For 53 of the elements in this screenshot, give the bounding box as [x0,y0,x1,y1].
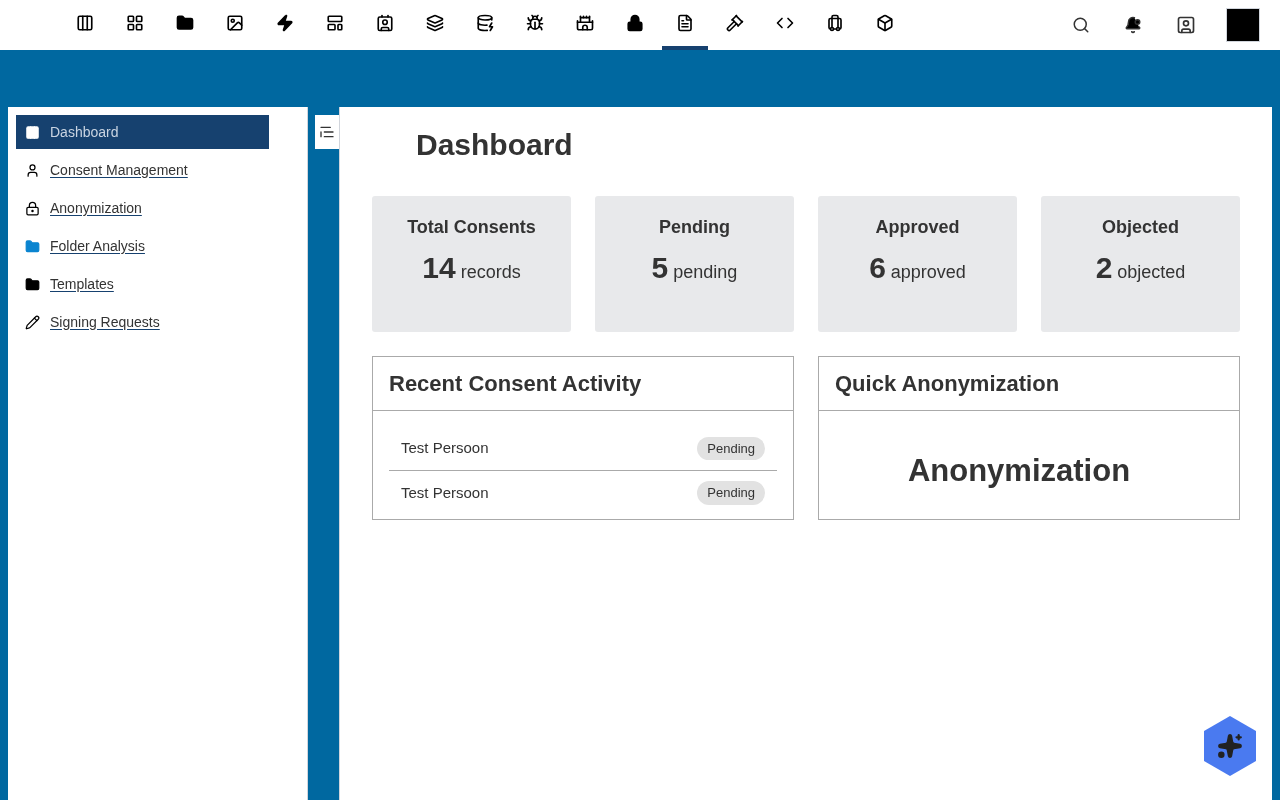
lock-icon [626,14,644,32]
pencil-icon [25,314,40,330]
sidebar-item[interactable]: Signing Requests [16,305,269,339]
image-icon [226,14,244,32]
luggage-icon [826,14,844,32]
gavel-icon [726,14,744,32]
stat-value: 5 [651,250,669,286]
lock-icon [25,200,40,216]
stat-title: Total Consents [407,216,536,239]
person-icon [25,162,40,178]
layout-icon [326,14,344,32]
sidebar-item[interactable]: Templates [16,267,269,301]
cube-icon [876,14,894,32]
user-card-icon [1176,15,1196,35]
card-title: Quick Anonymization [819,357,1239,411]
sidebar-item[interactable]: Consent Management [16,153,269,187]
sparkles-icon [1217,733,1243,759]
collapse-sidebar-button[interactable] [315,115,339,149]
avatar-button[interactable] [1226,8,1260,42]
card-title: Recent Consent Activity [373,357,793,411]
collapse-icon [319,124,335,140]
grid-icon [126,14,144,32]
lightning-icon [276,14,294,32]
page-title: Dashboard [416,127,574,163]
search-icon [1072,16,1090,34]
document-icon [676,14,694,32]
person-name: Test Persoon [401,482,489,503]
status-badge: Pending [697,436,765,461]
stat-title: Objected [1102,216,1179,239]
sidebar-item[interactable]: Folder Analysis [16,229,269,263]
layers-icon [426,14,444,32]
person-name: Test Persoon [401,438,489,459]
folder-icon [25,276,40,292]
stat-value: 6 [869,250,886,286]
stat-title: Approved [875,216,960,239]
stat-unit: pending [673,261,738,284]
bug-icon [526,14,544,32]
status-badge: Pending [697,481,765,505]
section-heading: Anonymization [907,453,1131,489]
stat-unit: objected [1117,261,1186,284]
stat-value: 2 [1095,250,1113,286]
stat-title: Pending [659,216,730,239]
sidebar-item[interactable]: Dashboard [16,115,269,149]
sidebar-item[interactable]: Anonymization [16,191,269,225]
stat-unit: records [460,261,521,284]
bell-icon [1124,16,1142,34]
database-icon [476,14,494,32]
stat-unit: approved [890,261,966,284]
folder-icon [176,14,194,32]
contact-icon [376,14,394,32]
stat-value: 14 [422,250,456,286]
folder-icon [25,238,40,254]
castle-icon [576,14,594,32]
